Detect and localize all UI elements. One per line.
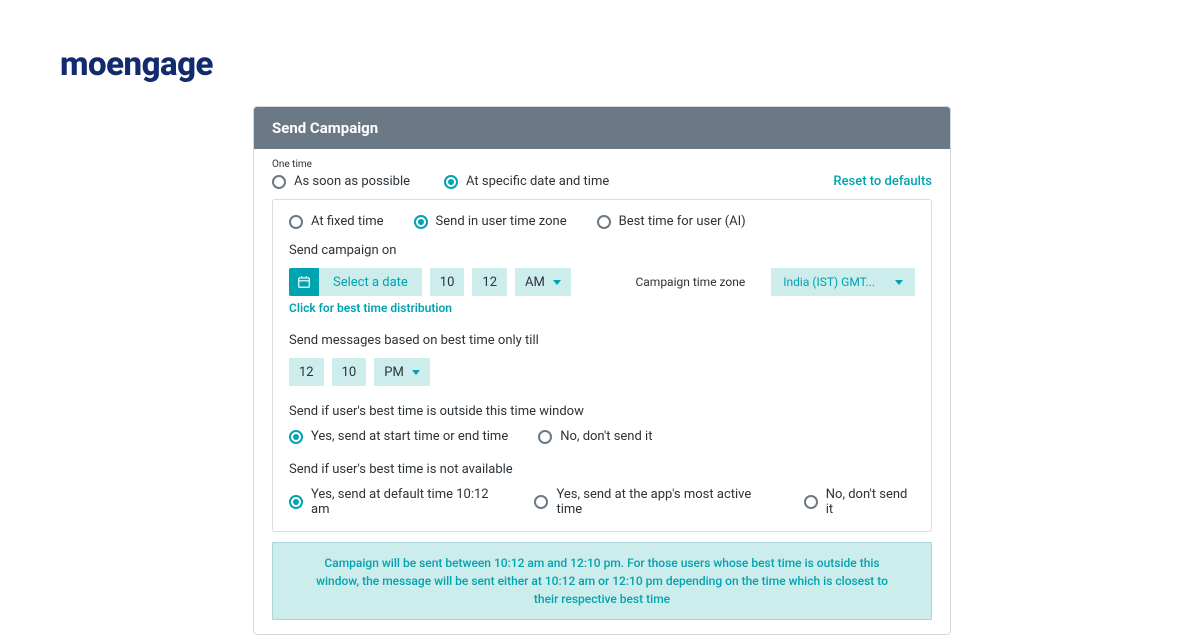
send-on-inputs: Select a date 10 12 AM Campaign time zon… bbox=[289, 268, 915, 296]
radio-label: Send in user time zone bbox=[436, 214, 567, 229]
radio-specific-date[interactable]: At specific date and time bbox=[444, 174, 609, 189]
radio-icon bbox=[289, 215, 303, 229]
best-time-distribution-link[interactable]: Click for best time distribution bbox=[289, 301, 452, 315]
start-ampm-select[interactable]: AM bbox=[515, 268, 571, 296]
time-mode-row: At fixed time Send in user time zone Bes… bbox=[289, 214, 915, 229]
radio-icon bbox=[289, 495, 303, 509]
radio-asap[interactable]: As soon as possible bbox=[272, 174, 410, 189]
not-available-question: Send if user's best time is not availabl… bbox=[289, 462, 915, 477]
end-min-input[interactable]: 10 bbox=[332, 358, 367, 386]
radio-label: At specific date and time bbox=[466, 174, 609, 189]
radio-icon bbox=[272, 175, 286, 189]
radio-na-active-time[interactable]: Yes, send at the app's most active time bbox=[534, 487, 773, 517]
radio-label: Yes, send at start time or end time bbox=[311, 429, 508, 444]
info-banner: Campaign will be sent between 10:12 am a… bbox=[272, 542, 932, 620]
till-label: Send messages based on best time only ti… bbox=[289, 333, 915, 348]
chevron-down-icon bbox=[553, 280, 561, 285]
radio-label: Yes, send at the app's most active time bbox=[556, 487, 773, 517]
radio-fixed-time[interactable]: At fixed time bbox=[289, 214, 384, 229]
tz-value: India (IST) GMT... bbox=[783, 275, 875, 289]
timezone-label: Campaign time zone bbox=[635, 275, 745, 289]
radio-outside-yes[interactable]: Yes, send at start time or end time bbox=[289, 429, 508, 444]
reset-to-defaults-link[interactable]: Reset to defaults bbox=[833, 174, 932, 189]
section-label: One time bbox=[272, 159, 932, 170]
card-header: Send Campaign bbox=[254, 107, 950, 149]
timezone-select[interactable]: India (IST) GMT... bbox=[771, 268, 915, 296]
end-ampm-select[interactable]: PM bbox=[374, 358, 430, 386]
radio-icon bbox=[538, 430, 552, 444]
send-campaign-card: Send Campaign One time As soon as possib… bbox=[253, 106, 951, 635]
radio-label: At fixed time bbox=[311, 214, 384, 229]
radio-label: Yes, send at default time 10:12 am bbox=[311, 487, 504, 517]
start-min-input[interactable]: 12 bbox=[472, 268, 507, 296]
radio-label: No, don't send it bbox=[560, 429, 652, 444]
radio-icon bbox=[597, 215, 611, 229]
chevron-down-icon bbox=[412, 370, 420, 375]
not-available-options: Yes, send at default time 10:12 am Yes, … bbox=[289, 487, 915, 517]
send-on-label: Send campaign on bbox=[289, 243, 915, 258]
radio-icon bbox=[414, 215, 428, 229]
radio-icon bbox=[534, 495, 548, 509]
radio-outside-no[interactable]: No, don't send it bbox=[538, 429, 652, 444]
outside-window-options: Yes, send at start time or end time No, … bbox=[289, 429, 915, 444]
ampm-value: AM bbox=[525, 275, 545, 290]
ampm-value: PM bbox=[384, 365, 404, 380]
date-picker[interactable]: Select a date bbox=[289, 268, 422, 296]
date-picker-text: Select a date bbox=[319, 268, 422, 296]
schedule-row: As soon as possible At specific date and… bbox=[272, 174, 932, 189]
radio-user-tz[interactable]: Send in user time zone bbox=[414, 214, 567, 229]
radio-icon bbox=[804, 495, 818, 509]
radio-na-dont-send[interactable]: No, don't send it bbox=[804, 487, 915, 517]
schedule-settings-box: At fixed time Send in user time zone Bes… bbox=[272, 199, 932, 532]
radio-label: As soon as possible bbox=[294, 174, 410, 189]
radio-na-default[interactable]: Yes, send at default time 10:12 am bbox=[289, 487, 504, 517]
calendar-icon bbox=[289, 268, 319, 296]
radio-icon bbox=[289, 430, 303, 444]
radio-best-time-ai[interactable]: Best time for user (AI) bbox=[597, 214, 746, 229]
radio-icon bbox=[444, 175, 458, 189]
end-hour-input[interactable]: 12 bbox=[289, 358, 324, 386]
chevron-down-icon bbox=[895, 280, 903, 285]
card-body: One time As soon as possible At specific… bbox=[254, 149, 950, 634]
till-inputs: 12 10 PM bbox=[289, 358, 915, 386]
start-hour-input[interactable]: 10 bbox=[430, 268, 465, 296]
radio-label: No, don't send it bbox=[826, 487, 915, 517]
brand-logo: moengage bbox=[60, 45, 213, 84]
outside-window-question: Send if user's best time is outside this… bbox=[289, 404, 915, 419]
radio-label: Best time for user (AI) bbox=[619, 214, 746, 229]
